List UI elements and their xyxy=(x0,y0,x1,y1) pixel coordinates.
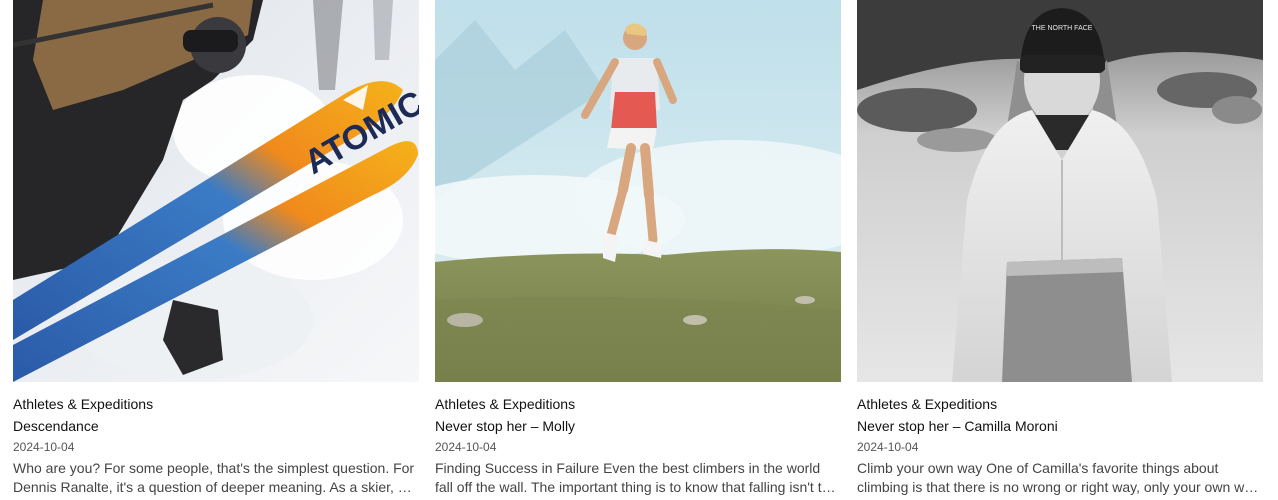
article-grid: ATOMIC Athletes & Expeditions Descendanc… xyxy=(0,0,1278,500)
article-title-link[interactable]: Descendance xyxy=(13,418,99,434)
article-title[interactable]: Never stop her – Camilla Moroni xyxy=(857,417,1263,435)
article-card-never-stop-her-camilla-moroni[interactable]: THE NORTH FACE Athletes & Expeditions Ne… xyxy=(857,0,1263,497)
article-excerpt: Who are you? For some people, that's the… xyxy=(13,460,415,495)
article-date: 2024-10-04 xyxy=(857,440,919,454)
article-date: 2024-10-04 xyxy=(435,440,497,454)
article-title-link[interactable]: Never stop her – Camilla Moroni xyxy=(857,418,1058,434)
article-category: Athletes & Expeditions xyxy=(857,396,998,412)
article-image-trail-runner[interactable] xyxy=(435,0,841,382)
article-category: Athletes & Expeditions xyxy=(13,396,154,412)
article-image-skier[interactable]: ATOMIC xyxy=(13,0,419,382)
beanie-logo: THE NORTH FACE xyxy=(1032,25,1093,32)
article-title[interactable]: Descendance xyxy=(13,417,419,435)
article-title[interactable]: Never stop her – Molly xyxy=(435,417,841,435)
article-excerpt: Finding Success in Failure Even the best… xyxy=(435,460,838,495)
article-card-never-stop-her-molly[interactable]: Athletes & Expeditions Never stop her – … xyxy=(435,0,841,497)
article-excerpt: Climb your own way One of Camilla's favo… xyxy=(857,460,1260,495)
article-card-descendance[interactable]: ATOMIC Athletes & Expeditions Descendanc… xyxy=(13,0,419,497)
article-title-link[interactable]: Never stop her – Molly xyxy=(435,418,575,434)
article-image-climber-portrait[interactable]: THE NORTH FACE xyxy=(857,0,1263,382)
article-category: Athletes & Expeditions xyxy=(435,396,576,412)
article-date: 2024-10-04 xyxy=(13,440,75,454)
